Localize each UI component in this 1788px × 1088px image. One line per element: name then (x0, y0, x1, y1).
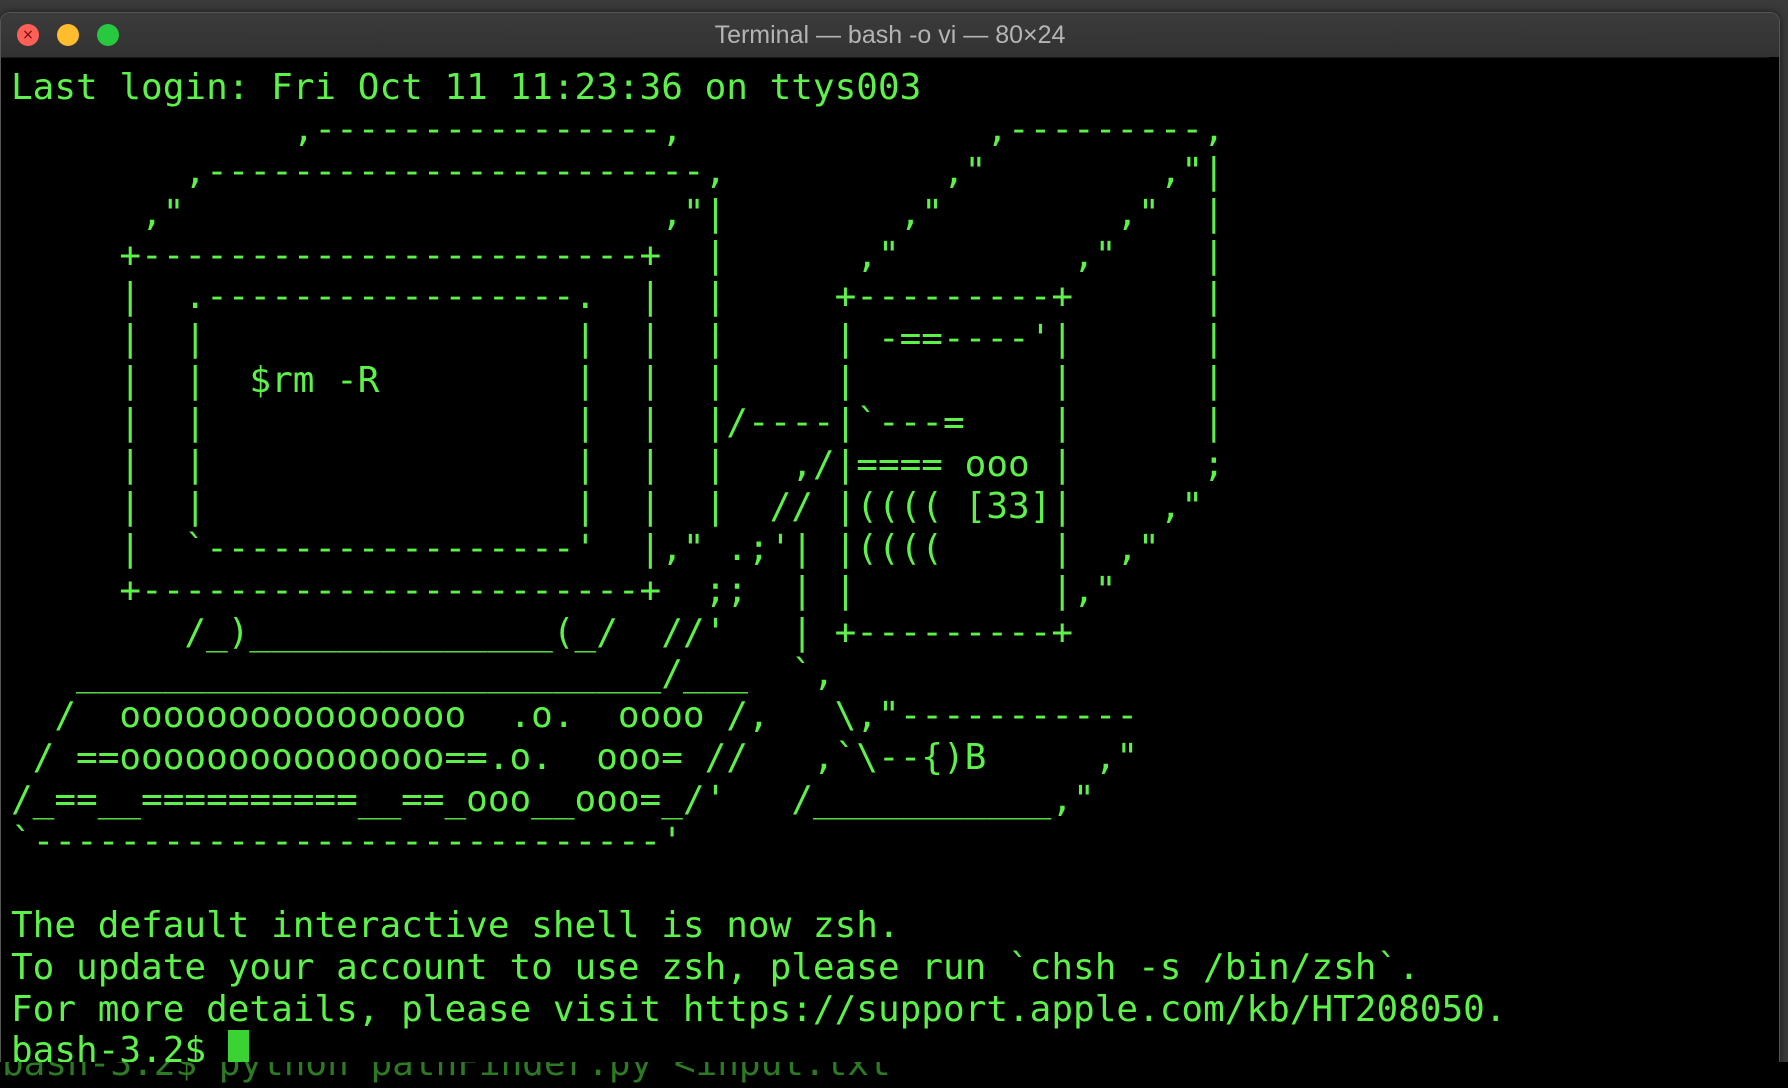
terminal-line: ," ,"| ," ," | (11, 192, 1225, 234)
terminal-line: The default interactive shell is now zsh… (11, 904, 900, 946)
background-window-text: bash-3.2$ python pathFinder.py <input.tx… (0, 1062, 1788, 1088)
terminal-line: | `-----------------' |," .;'| |(((( | ,… (11, 527, 1160, 569)
terminal-line: | | | | | | -==----'| | (11, 318, 1225, 360)
terminal-line: To update your account to use zsh, pleas… (11, 946, 1420, 988)
scrollbar-track[interactable] (1769, 57, 1779, 1073)
terminal-line: ___________________________/___ `, (11, 653, 835, 695)
terminal-line: | | $rm -R | | | | | | (11, 360, 1225, 402)
title-bar[interactable]: × Terminal — bash -o vi — 80×24 (1, 13, 1779, 58)
terminal-line: / oooooooooooooooo .o. oooo /, \,"------… (11, 695, 1139, 737)
window-title: Terminal — bash -o vi — 80×24 (714, 21, 1066, 49)
terminal-line: | | | | | ,/|==== ooo | ; (11, 444, 1225, 486)
terminal-line: `-----------------------------' (11, 821, 683, 863)
terminal-line: ,-----------------------, ," ,"| (11, 150, 1225, 192)
terminal-line: | | | | |/----|`---= | | (11, 402, 1225, 444)
terminal-line: +-----------------------+ | ," ," | (11, 234, 1225, 276)
terminal-line: For more details, please visit https://s… (11, 988, 1507, 1030)
terminal-line: / ==ooooooooooooooo==.o. ooo= // ,`\--{)… (11, 737, 1139, 779)
terminal-line: /_==__==========__==_ooo__ooo=_/' /_____… (11, 779, 1095, 821)
terminal-output[interactable]: Last login: Fri Oct 11 11:23:36 on ttys0… (11, 67, 1769, 1073)
background-command-line: bash-3.2$ python pathFinder.py <input.tx… (2, 1062, 891, 1084)
terminal-line: /_)______________(_/ //' | +---------+ (11, 611, 1074, 653)
terminal-line: | .-----------------. | | +---------+ | (11, 276, 1225, 318)
terminal-line: +-----------------------+ ;; | | |," (11, 569, 1117, 611)
terminal-line: Last login: Fri Oct 11 11:23:36 on ttys0… (11, 67, 922, 108)
terminal-line: | | | | | // |(((( [33]| ," (11, 485, 1204, 527)
terminal-line: ,----------------, ,---------, (11, 108, 1225, 150)
terminal-window: × Terminal — bash -o vi — 80×24 Last log… (0, 12, 1780, 1074)
